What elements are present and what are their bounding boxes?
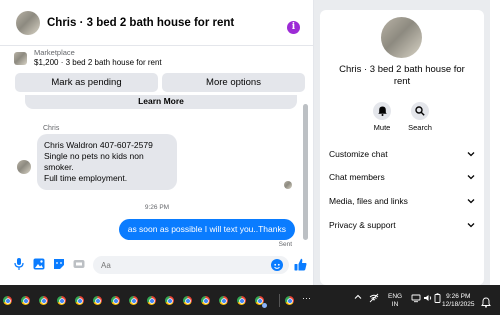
emoji-icon[interactable] <box>271 259 283 271</box>
chevron-down-icon <box>467 175 475 180</box>
search-button[interactable]: Search <box>400 102 440 132</box>
taskbar: ··· ENG IN 9:26 PM 12/18/2025 <box>0 285 500 315</box>
chevron-down-icon <box>467 223 475 228</box>
listing-thumbnail <box>14 51 27 65</box>
chat-panel: Chris · 3 bed 2 bath house for rent i Ma… <box>0 0 314 285</box>
learn-more-button[interactable]: Learn More <box>25 95 297 109</box>
chrome-icon[interactable] <box>111 296 120 305</box>
section-label: Customize chat <box>329 149 388 159</box>
side-panel-title: Chris · 3 bed 2 bath house for rent <box>339 64 465 87</box>
chrome-icon[interactable] <box>219 296 228 305</box>
microphone-icon[interactable] <box>13 258 25 270</box>
section-label: Media, files and links <box>329 196 408 206</box>
chevron-down-icon <box>467 152 475 157</box>
listing-actions: Mark as pending More options <box>15 73 305 92</box>
incoming-line: Full time employment. <box>44 173 128 183</box>
network-icon[interactable] <box>369 293 379 305</box>
mark-pending-button[interactable]: Mark as pending <box>15 73 158 92</box>
chrome-icon[interactable] <box>93 296 102 305</box>
thumbs-up-icon[interactable] <box>293 257 307 271</box>
message-input[interactable] <box>93 256 289 274</box>
taskbar-separator <box>279 294 280 307</box>
sender-name: Chris <box>43 125 60 132</box>
chrome-icon[interactable] <box>165 296 174 305</box>
more-options-button[interactable]: More options <box>162 73 305 92</box>
volume-icon[interactable] <box>423 293 433 305</box>
bell-icon <box>373 102 391 120</box>
chrome-icon[interactable] <box>75 296 84 305</box>
region-code: IN <box>391 300 399 308</box>
sender-avatar[interactable] <box>17 160 31 174</box>
section-label: Chat members <box>329 172 385 182</box>
search-label: Search <box>408 123 432 132</box>
language-code: ENG <box>388 293 403 300</box>
display-icon[interactable] <box>411 293 421 305</box>
chrome-icon[interactable] <box>237 296 246 305</box>
section-customize-chat[interactable]: Customize chat <box>329 147 475 161</box>
chrome-icon[interactable] <box>201 296 210 305</box>
section-label: Privacy & support <box>329 220 396 230</box>
outgoing-message[interactable]: as soon as possible I will text you..Tha… <box>118 219 295 240</box>
chrome-icon[interactable] <box>147 296 156 305</box>
message-timestamp: 9:26 PM <box>144 204 170 211</box>
info-icon[interactable]: i <box>287 21 300 34</box>
section-chat-members[interactable]: Chat members <box>329 170 475 184</box>
read-receipt-avatar <box>284 181 292 189</box>
incoming-message[interactable]: Chris Waldron 407-607-2579 Single no pet… <box>37 134 177 190</box>
clock-date: 12/18/2025 <box>442 300 475 308</box>
chat-header: Chris · 3 bed 2 bath house for rent i <box>0 0 314 46</box>
chrome-icon[interactable] <box>285 296 294 305</box>
chrome-icon[interactable] <box>39 296 48 305</box>
battery-icon[interactable] <box>434 293 441 305</box>
thread-scrollbar[interactable] <box>303 104 308 240</box>
incoming-line: Chris Waldron 407-607-2579 <box>44 140 153 150</box>
more-apps-button[interactable]: ··· <box>302 293 311 303</box>
mute-button[interactable]: Mute <box>362 102 402 132</box>
chrome-icon[interactable] <box>57 296 66 305</box>
sticker-icon[interactable] <box>53 258 65 270</box>
incoming-line: Single no pets no kids non smoker. <box>44 151 144 172</box>
chrome-icon[interactable] <box>3 296 12 305</box>
gallery-icon[interactable] <box>33 258 45 270</box>
gif-icon[interactable] <box>73 258 85 270</box>
listing-source: Marketplace <box>34 48 75 57</box>
system-clock[interactable]: 9:26 PM 12/18/2025 <box>442 293 475 308</box>
sent-status: Sent <box>278 241 292 248</box>
contact-avatar[interactable] <box>16 10 40 35</box>
search-icon <box>411 102 429 120</box>
notifications-bell-icon[interactable] <box>481 295 491 313</box>
section-privacy-support[interactable]: Privacy & support <box>329 218 475 232</box>
language-indicator[interactable]: ENG IN <box>388 293 402 308</box>
chevron-up-icon[interactable] <box>354 293 362 303</box>
chrome-icon[interactable] <box>21 296 30 305</box>
clock-time: 9:26 PM <box>446 293 471 300</box>
chrome-icon[interactable] <box>129 296 138 305</box>
listing-banner[interactable]: Marketplace $1,200 · 3 bed 2 bath house … <box>0 46 314 70</box>
chevron-down-icon <box>467 199 475 204</box>
chrome-icon[interactable] <box>183 296 192 305</box>
chat-title[interactable]: Chris · 3 bed 2 bath house for rent <box>47 17 234 29</box>
message-thread: Learn More Chris Chris Waldron 407-607-2… <box>0 95 314 251</box>
contact-avatar-large[interactable] <box>381 17 422 58</box>
chat-info-panel: Chris · 3 bed 2 bath house for rent Mute… <box>320 10 484 285</box>
window-edge <box>490 0 500 285</box>
section-media-files-links[interactable]: Media, files and links <box>329 194 475 208</box>
listing-detail: $1,200 · 3 bed 2 bath house for rent <box>34 58 162 67</box>
notification-badge <box>262 303 267 308</box>
mute-label: Mute <box>373 123 391 132</box>
